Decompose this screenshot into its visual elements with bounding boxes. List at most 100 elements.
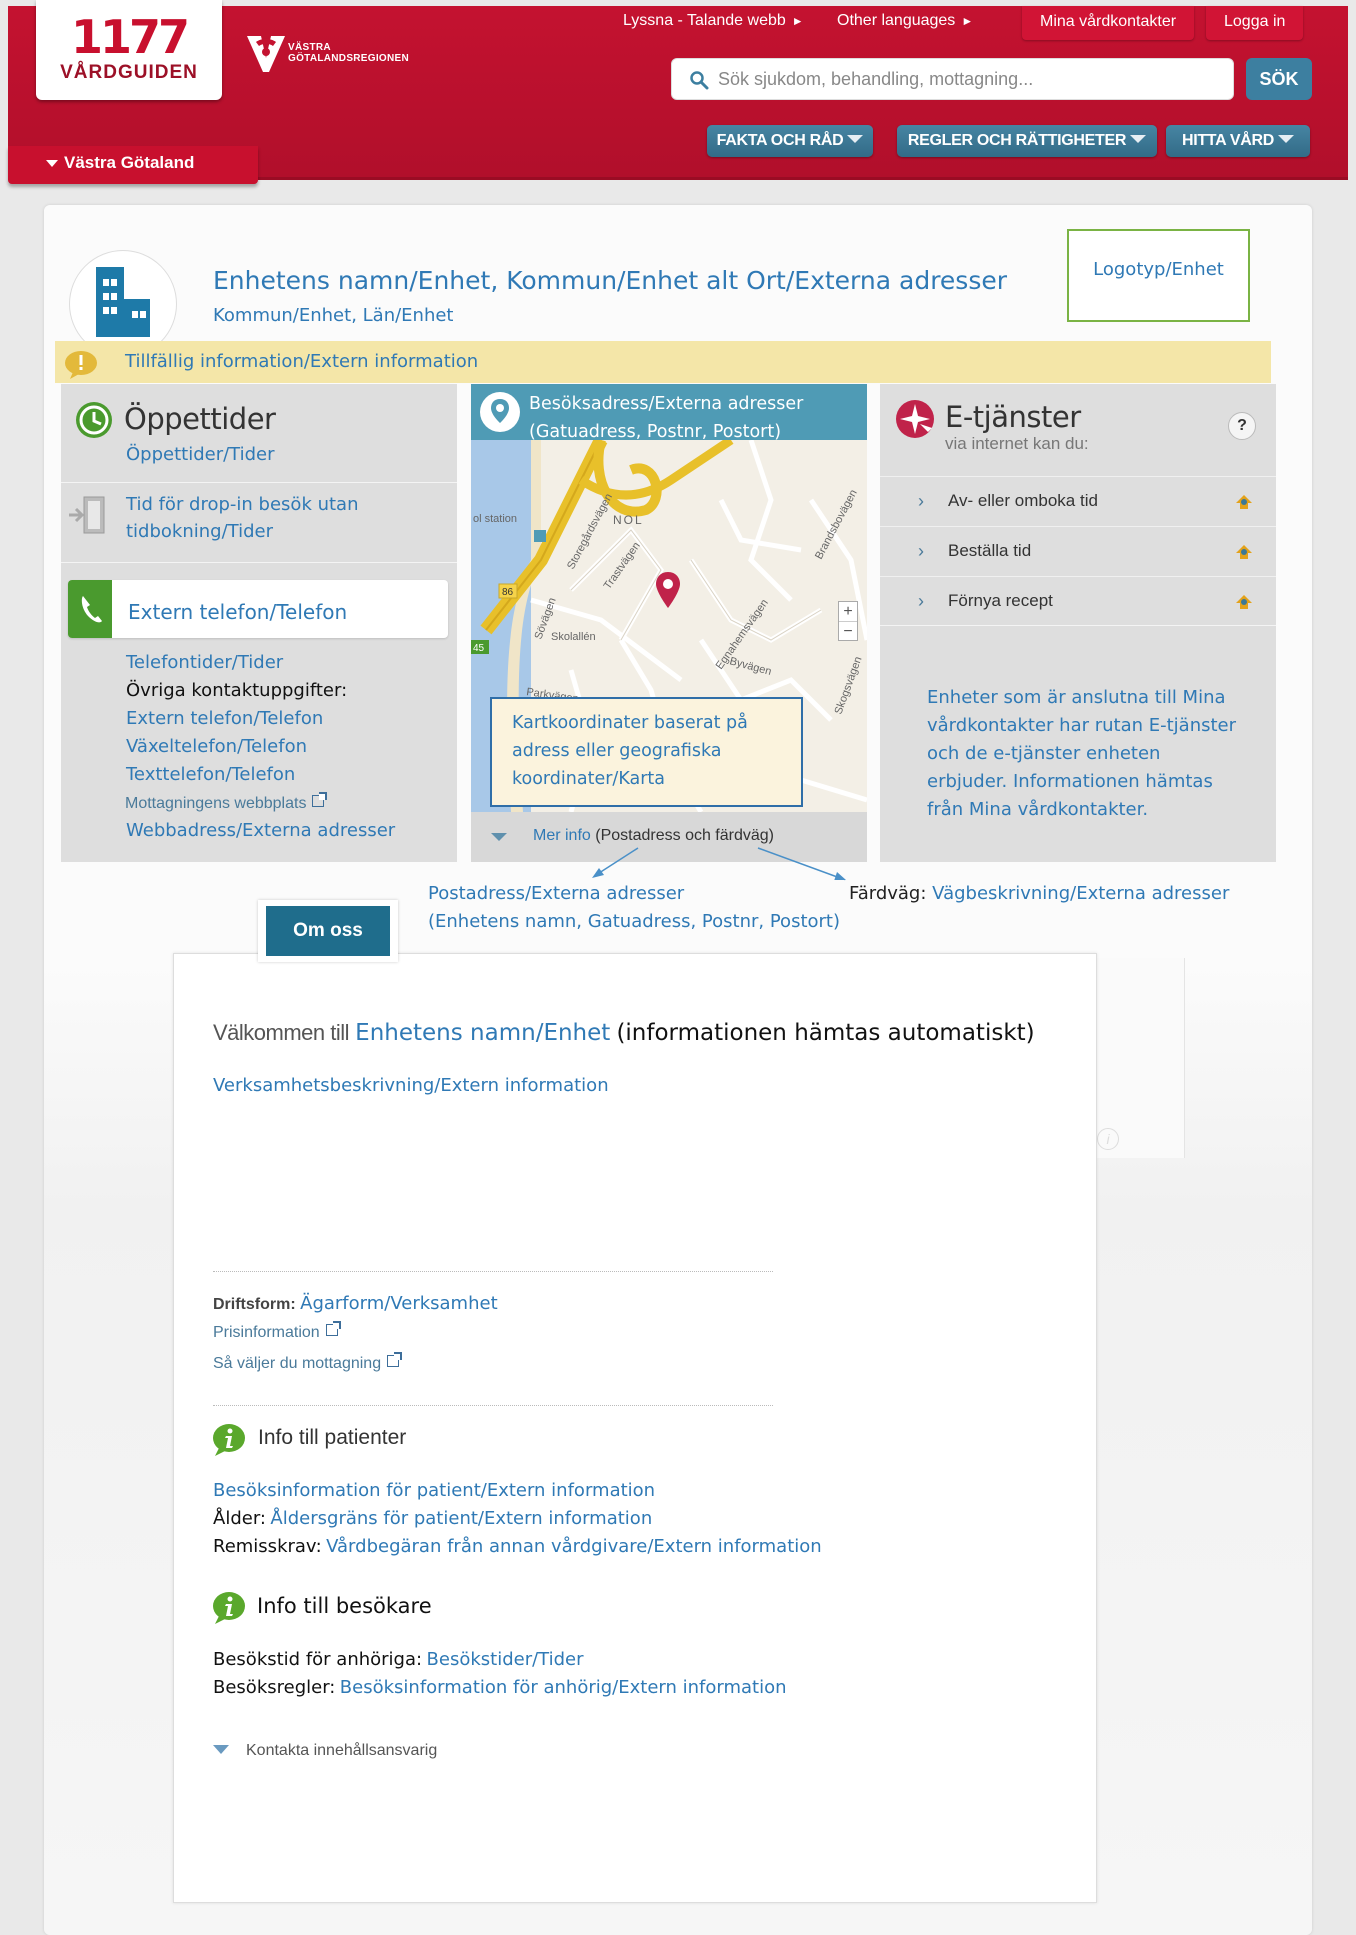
divider [213,1271,773,1272]
divider [213,1405,773,1406]
map-label: ol station [473,513,517,525]
price-info-link[interactable]: Prisinformation [213,1321,341,1342]
phone-icon [81,596,102,623]
visiting-address-text: Besöksadress/Externa adresser (Gatuadres… [529,390,803,446]
visiting-rules-row: Besöksregler: Besöksinformation för anhö… [213,1677,787,1698]
external-link-icon [325,1321,341,1336]
nav-rules-rights[interactable]: REGLER OCH RÄTTIGHETER [897,125,1157,157]
eservice-renew-prescription[interactable]: › Förnya recept [880,576,1276,624]
operation-form: Driftsform: Ägarform/Verksamhet [213,1293,498,1314]
external-phone-link[interactable]: Extern telefon/Telefon [126,708,323,729]
nav-label: HITTA VÅRD [1181,132,1275,149]
listen-link[interactable]: Lyssna - Talande webb ► [623,12,804,30]
more-info-note: (Postadress och färdväg) [595,827,774,844]
login-required-icon [1236,495,1252,509]
tab-about[interactable]: Om oss [266,906,390,956]
coord-line3: koordinater/Karta [512,769,665,789]
text-phone-link[interactable]: Texttelefon/Telefon [126,764,295,785]
welcome-label: Välkommen till [213,1020,350,1045]
region-selector[interactable]: Västra Götaland [8,146,258,184]
region-logo-line1: VÄSTRA [288,42,331,53]
price-info-label: Prisinformation [213,1324,320,1341]
age-value: Åldersgräns för patient/Extern informati… [270,1508,653,1529]
annotation-arrows [592,847,846,881]
logo-text: VÅRDGUIDEN [60,62,198,83]
vardguiden-logo[interactable]: 1177 VÅRDGUIDEN [36,0,222,100]
chevron-right-icon: › [918,591,924,611]
phone-heading: Extern telefon/Telefon [128,600,348,624]
map-label: Trastvägen [602,540,643,592]
eservices-subheading: via internet kan du: [945,434,1089,453]
nav-facts-advice[interactable]: FAKTA OCH RÅD [707,125,873,157]
clinic-website-link[interactable]: Mottagningens webbplats [125,792,328,813]
welcome-note: (informationen hämtas automatiskt) [616,1020,1035,1046]
location-icon [480,392,520,432]
dropin-line1[interactable]: Tid för drop-in besök utan [126,494,359,515]
map-zoom-control[interactable]: + − [838,601,858,641]
help-icon[interactable]: ? [1228,412,1256,440]
referral-value: Vårdbegäran från annan vårdgivare/Extern… [326,1536,822,1557]
age-row: Ålder: Åldersgräns för patient/Extern in… [213,1508,652,1529]
eservice-rebook[interactable]: › Av- eller omboka tid [880,476,1276,524]
login-required-icon [1236,545,1252,559]
dropin-line2[interactable]: tidbokning/Tider [126,521,273,542]
opening-hours-link[interactable]: Öppettider/Tider [126,444,275,465]
unit-logo-placeholder: Logotyp/Enhet [1067,229,1250,322]
info-bubble-icon [213,1592,245,1624]
road-number: 45 [473,643,485,654]
visiting-hours-row: Besökstid för anhöriga: Besökstider/Tide… [213,1649,584,1670]
welcome-unit: Enhetens namn/Enhet [355,1020,611,1046]
unit-subtitle: Kommun/Enhet, Län/Enhet [213,305,454,326]
eservices-icon [896,400,934,438]
other-contacts-label: Övriga kontaktuppgifter: [126,680,348,701]
chevron-right-icon: ► [791,14,804,28]
eservice-book[interactable]: › Beställa tid [880,526,1276,574]
map-coordinates-annotation: Kartkoordinater baserat på adress eller … [490,697,803,807]
switchboard-link[interactable]: Växeltelefon/Telefon [126,736,307,757]
my-care-contacts-button[interactable]: Mina vårdkontakter [1022,6,1195,40]
zoom-out-icon[interactable]: − [839,621,857,641]
map-label: Skolallén [551,631,596,643]
visiting-address-line1: Besöksadress/Externa adresser [529,394,804,414]
region-logo: VÄSTRA GÖTALANDSREGIONEN [245,32,445,82]
eservices-heading: E-tjänster [945,400,1081,434]
search-input[interactable]: Sök sjukdom, behandling, mottagning... [671,58,1234,100]
eservice-label: Av- eller omboka tid [948,491,1098,510]
info-icon: i [1097,1128,1119,1150]
eservice-label: Förnya recept [948,591,1053,610]
search-button[interactable]: SÖK [1246,58,1312,100]
opening-hours-heading: Öppettider [124,402,276,436]
temporary-info-bar[interactable]: Tillfällig information/Extern informatio… [55,341,1271,383]
visiting-hours-value: Besökstider/Tider [426,1649,584,1670]
chevron-right-icon: › [918,541,924,561]
more-info-link[interactable]: Mer info [533,827,591,844]
chevron-right-icon: ► [961,14,974,28]
eservice-label: Beställa tid [948,541,1032,560]
chevron-down-icon [46,160,58,167]
info-bubble-icon [213,1424,245,1456]
age-label: Ålder: [213,1508,266,1529]
chevron-down-icon [847,135,864,143]
eservices-info-annotation: Enheter som är anslutna till Mina vårdko… [927,687,1237,820]
postal-line2: (Enhetens namn, Gatuadress, Postnr, Post… [428,911,840,932]
road-number: 86 [502,587,514,598]
contact-content-owner-link[interactable]: Kontakta innehållsansvarig [246,1742,437,1760]
languages-link-label: Other languages [837,12,956,29]
languages-link[interactable]: Other languages ► [837,12,973,30]
nav-label: FAKTA OCH RÅD [716,132,844,149]
nav-find-care[interactable]: HITTA VÅRD [1166,125,1310,157]
web-address-link[interactable]: Webbadress/Externa adresser [126,820,395,841]
region-emblem-icon [247,36,285,72]
divider [61,562,457,563]
clock-icon [76,402,112,438]
choose-clinic-link[interactable]: Så väljer du mottagning [213,1352,403,1373]
route-label: Färdväg: [849,883,927,904]
route-link[interactable]: Vägbeskrivning/Externa adresser [932,883,1229,904]
zoom-in-icon[interactable]: + [839,602,857,621]
patients-heading: Info till patienter [258,1426,407,1449]
listen-link-label: Lyssna - Talande webb [623,12,786,29]
login-button[interactable]: Logga in [1206,6,1304,40]
phone-hours-link[interactable]: Telefontider/Tider [126,652,283,673]
chevron-right-icon: › [918,491,924,511]
nav-label: REGLER OCH RÄTTIGHETER [907,132,1127,149]
